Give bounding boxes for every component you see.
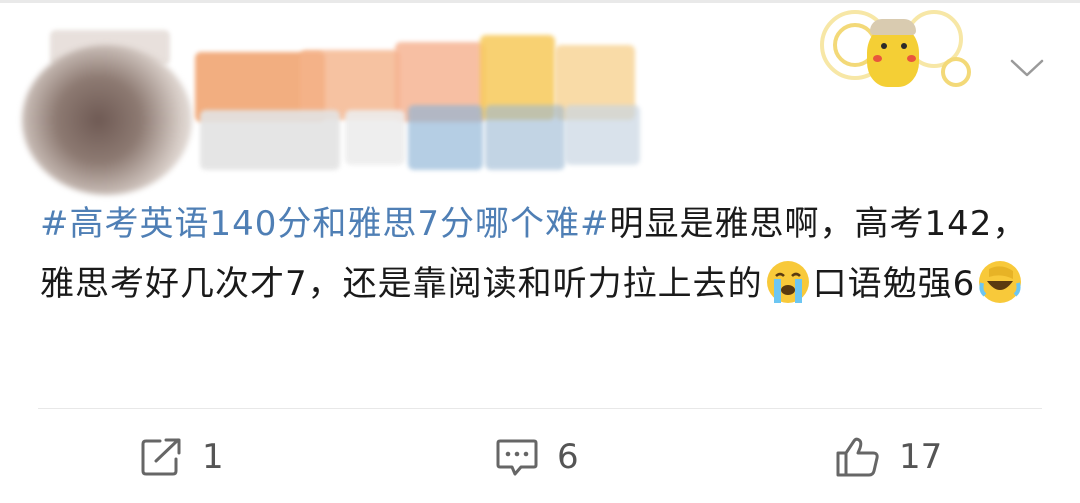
comment-count: 6 xyxy=(557,437,579,477)
blurred-user-header xyxy=(0,0,700,200)
crying-face-emoji xyxy=(765,259,811,305)
comment-button[interactable]: 6 xyxy=(495,432,579,482)
comment-icon xyxy=(495,437,539,477)
comment-text: #高考英语140分和雅思7分哪个难#明显是雅思啊，高考142，雅思考好几次才7，… xyxy=(40,194,1040,314)
share-button[interactable]: 1 xyxy=(140,432,224,482)
card-decoration-pikachu xyxy=(815,5,985,100)
like-count: 17 xyxy=(899,437,943,477)
comment-body-end: 口语勉强6 xyxy=(812,264,976,304)
chevron-down-icon[interactable] xyxy=(1010,58,1044,78)
divider xyxy=(38,408,1042,409)
like-button[interactable]: 17 xyxy=(835,432,942,482)
share-icon xyxy=(140,437,184,477)
share-count: 1 xyxy=(202,437,224,477)
topic-link[interactable]: #高考英语140分和雅思7分哪个难# xyxy=(40,204,610,244)
like-icon xyxy=(835,436,881,478)
avatar[interactable] xyxy=(22,45,192,195)
laughing-facepalm-emoji xyxy=(977,259,1023,305)
